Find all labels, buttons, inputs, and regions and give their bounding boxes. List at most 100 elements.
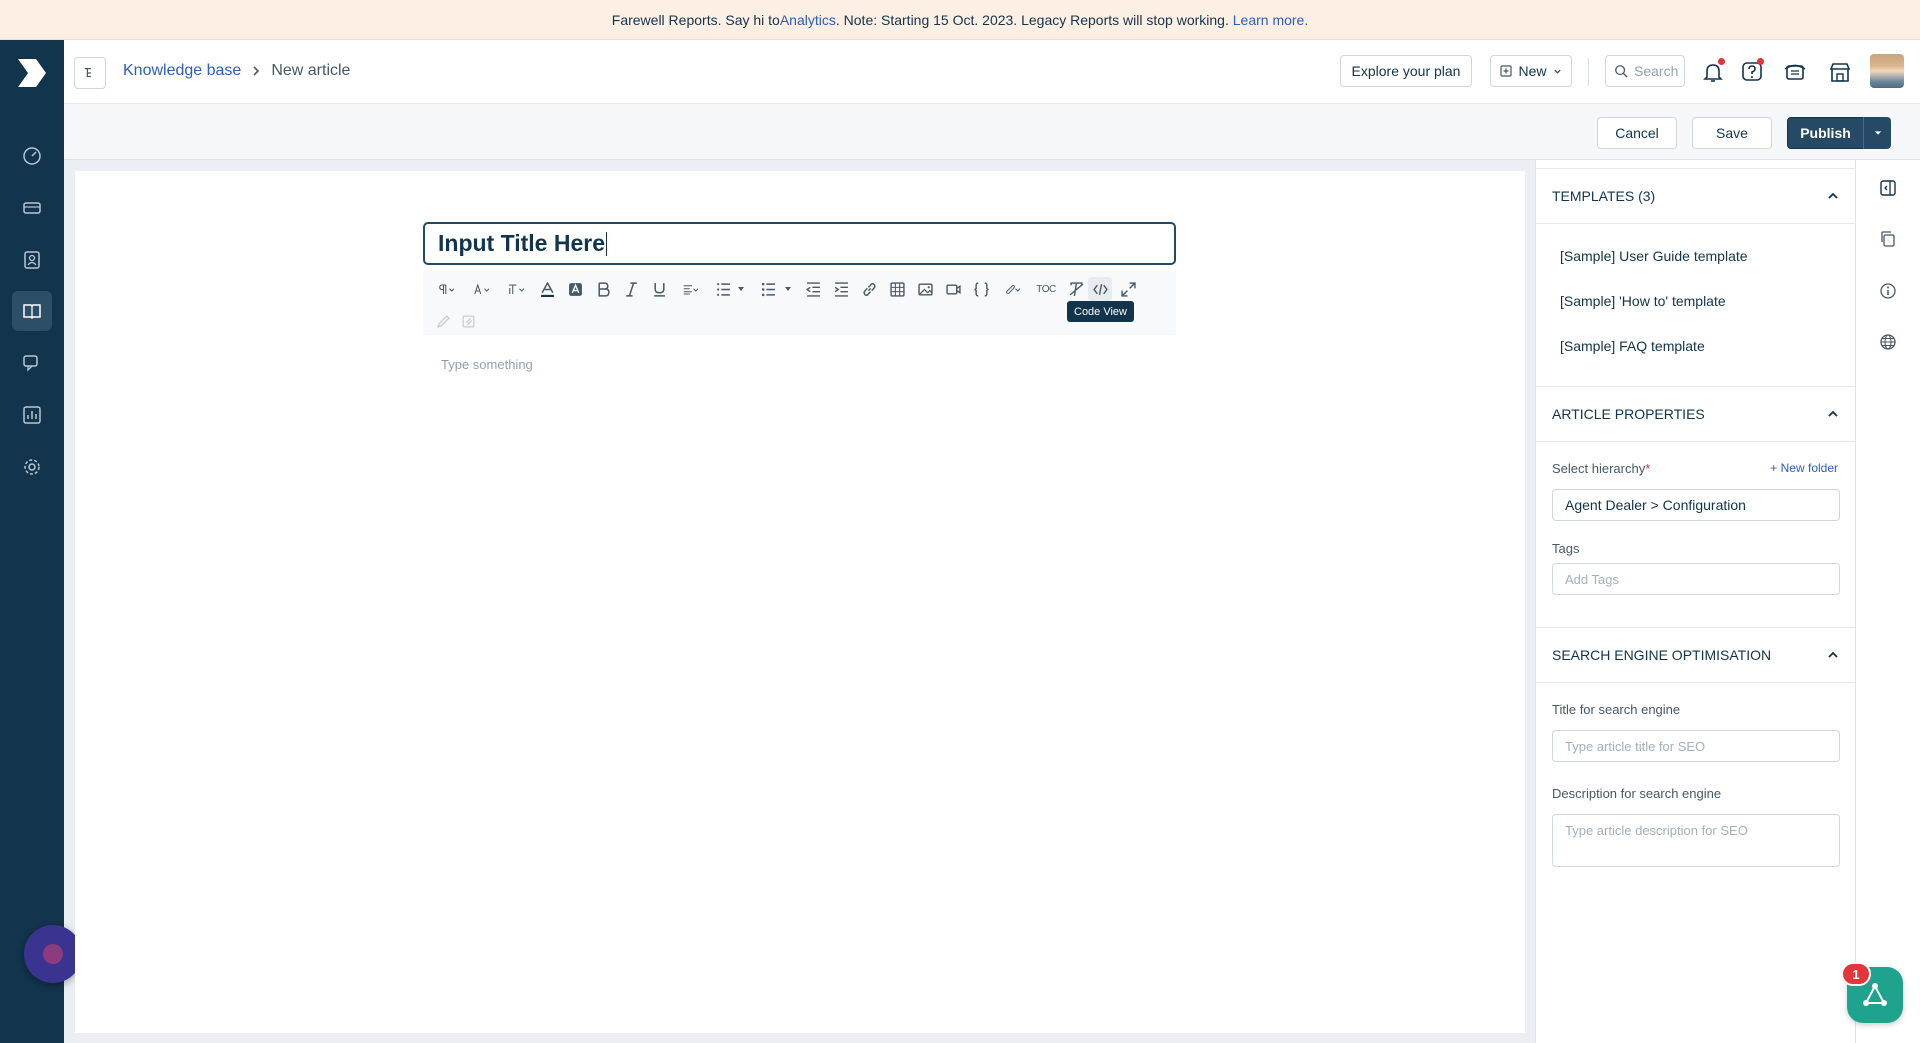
editor-toolbar: TOC [423, 271, 1176, 335]
pen-icon [431, 309, 455, 333]
unordered-list-dropdown-icon[interactable] [780, 277, 796, 301]
seo-title: SEARCH ENGINE OPTIMISATION [1552, 647, 1772, 663]
freddy-bot-button[interactable] [24, 925, 82, 983]
editor-body-placeholder[interactable]: Type something [441, 357, 533, 372]
indent-icon[interactable] [829, 277, 853, 301]
search-placeholder: Search [1634, 63, 1679, 79]
conversations-icon[interactable] [12, 343, 52, 383]
knowledge-base-icon[interactable] [12, 291, 52, 331]
code-block-icon[interactable] [969, 277, 993, 301]
info-icon[interactable] [1876, 279, 1900, 303]
toc-button[interactable]: TOC [1032, 277, 1060, 301]
tickets-icon[interactable] [12, 188, 52, 228]
bold-icon[interactable] [591, 277, 615, 301]
banner-text-start: Farewell Reports. Say hi to [611, 11, 780, 28]
new-folder-link[interactable]: + New folder [1770, 461, 1838, 475]
template-item[interactable]: [Sample] 'How to' template [1560, 293, 1726, 309]
code-view-tooltip: Code View [1067, 301, 1134, 322]
article-properties-title: ARTICLE PROPERTIES [1552, 406, 1705, 422]
hierarchy-select[interactable]: Agent Dealer > Configuration [1552, 489, 1840, 521]
article-title-value: Input Title Here [438, 230, 605, 256]
font-family-icon[interactable] [466, 277, 496, 301]
ordered-list-icon[interactable] [711, 277, 735, 301]
seo-description-input[interactable]: Type article description for SEO [1552, 814, 1840, 867]
explore-plan-button[interactable]: Explore your plan [1340, 55, 1472, 87]
tree-icon [84, 68, 91, 78]
chevron-down-icon [1553, 69, 1561, 74]
save-button[interactable]: Save [1692, 117, 1772, 149]
publish-options-button[interactable] [1863, 117, 1891, 149]
notification-dot [1718, 58, 1725, 65]
templates-title: TEMPLATES (3) [1552, 188, 1656, 204]
user-avatar[interactable] [1870, 54, 1904, 88]
globe-icon[interactable] [1876, 330, 1900, 354]
seo-description-label: Description for search engine [1552, 786, 1722, 801]
top-header: Knowledge base New article Explore your … [64, 40, 1920, 104]
clear-formatting-icon[interactable] [1064, 277, 1088, 301]
analytics-icon[interactable] [12, 395, 52, 435]
italic-icon[interactable] [619, 277, 643, 301]
help-dot [1757, 58, 1764, 65]
outdent-icon[interactable] [801, 277, 825, 301]
dashboard-icon[interactable] [12, 136, 52, 176]
table-icon[interactable] [885, 277, 909, 301]
paragraph-format-icon[interactable] [431, 277, 461, 301]
tags-label: Tags [1552, 541, 1580, 556]
publish-button[interactable]: Publish [1787, 117, 1864, 149]
format-painter-icon [456, 309, 480, 333]
tags-input[interactable]: Add Tags [1552, 563, 1840, 595]
fab-notification-badge: 1 [1841, 962, 1871, 986]
underline-icon[interactable] [647, 277, 671, 301]
font-size-icon[interactable] [501, 277, 531, 301]
marketplace-icon[interactable] [1825, 57, 1855, 87]
unordered-list-icon[interactable] [756, 277, 780, 301]
template-item[interactable]: [Sample] FAQ template [1560, 338, 1705, 354]
collapse-panel-icon[interactable] [1876, 176, 1900, 200]
breadcrumb-knowledge-base[interactable]: Knowledge base [123, 62, 241, 80]
settings-gear-icon[interactable] [12, 447, 52, 487]
action-bar: Cancel Save Publish [64, 104, 1920, 160]
template-item[interactable]: [Sample] User Guide template [1560, 248, 1748, 264]
notifications-bell-icon[interactable] [1698, 57, 1728, 87]
seo-header[interactable]: SEARCH ENGINE OPTIMISATION [1536, 627, 1856, 683]
banner-text-end: . Note: Starting 15 Oct. 2023. Legacy Re… [835, 11, 1233, 28]
attachment-icon[interactable] [997, 277, 1027, 301]
bot-icon [43, 944, 63, 964]
article-title-input[interactable]: Input Title Here [423, 222, 1176, 265]
cancel-button[interactable]: Cancel [1597, 117, 1677, 149]
text-color-icon[interactable] [535, 277, 559, 301]
search-icon [1615, 65, 1628, 78]
app-logo-icon[interactable] [14, 55, 50, 91]
chevron-right-icon [253, 66, 260, 76]
image-icon[interactable] [913, 277, 937, 301]
left-nav [0, 40, 64, 1043]
background-color-icon[interactable] [563, 277, 587, 301]
announcement-banner: Farewell Reports. Say hi to Analytics . … [0, 0, 1920, 40]
contacts-icon[interactable] [12, 240, 52, 280]
chevron-up-icon [1828, 192, 1838, 199]
seo-title-label: Title for search engine [1552, 702, 1681, 717]
phone-icon[interactable] [1780, 57, 1810, 87]
new-dropdown-button[interactable]: New [1490, 55, 1572, 87]
learn-more-link[interactable]: Learn more. [1233, 12, 1308, 28]
align-icon[interactable] [675, 277, 705, 301]
search-input[interactable]: Search [1605, 55, 1685, 87]
article-properties-header[interactable]: ARTICLE PROPERTIES [1536, 386, 1856, 442]
templates-header[interactable]: TEMPLATES (3) [1536, 168, 1856, 224]
video-icon[interactable] [941, 277, 965, 301]
copy-icon[interactable] [1876, 227, 1900, 251]
hierarchy-label-text: Select hierarchy [1552, 461, 1646, 476]
code-view-icon[interactable] [1088, 277, 1112, 301]
fullscreen-icon[interactable] [1116, 277, 1140, 301]
help-icon[interactable] [1737, 57, 1767, 87]
analytics-link[interactable]: Analytics [780, 12, 836, 28]
breadcrumb: Knowledge base New article [123, 62, 350, 80]
link-icon[interactable] [857, 277, 881, 301]
sidebar-toggle-button[interactable] [74, 57, 106, 89]
header-divider [1588, 58, 1589, 86]
text-cursor [606, 231, 607, 256]
seo-title-input[interactable]: Type article title for SEO [1552, 730, 1840, 762]
breadcrumb-current: New article [271, 62, 351, 79]
ordered-list-dropdown-icon[interactable] [733, 277, 749, 301]
chevron-up-icon [1828, 651, 1838, 658]
